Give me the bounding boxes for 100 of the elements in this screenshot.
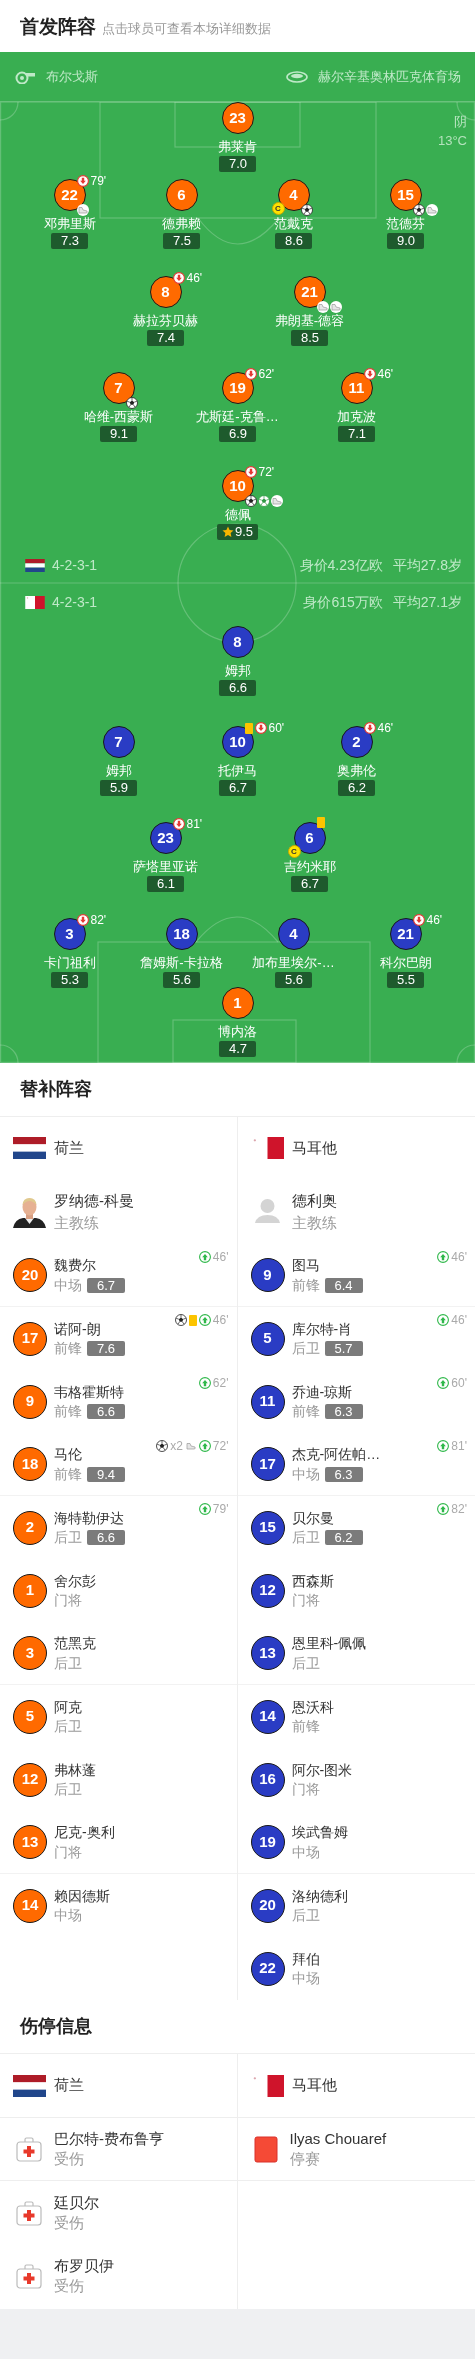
player-name[interactable]: 库尔特-肖 bbox=[291, 1318, 363, 1339]
substitution-minute: 81' bbox=[186, 817, 203, 831]
player-number[interactable]: 5 bbox=[250, 1321, 285, 1356]
player-position: 后卫 bbox=[54, 1653, 82, 1673]
substitution-minute: 62' bbox=[212, 1376, 229, 1390]
card-icon bbox=[244, 722, 253, 734]
player-number[interactable]: 10 bbox=[221, 726, 254, 758]
substitution-minute: 60' bbox=[268, 721, 285, 735]
team-name: 马耳他 bbox=[291, 1137, 337, 1158]
player-number[interactable]: 16 bbox=[250, 1762, 285, 1797]
player-number[interactable]: 9 bbox=[250, 1258, 285, 1292]
player-name[interactable]: 魏费尔 bbox=[54, 1255, 125, 1275]
player-number[interactable]: 20 bbox=[250, 1888, 285, 1923]
player-name[interactable]: 巴尔特-费布鲁亨 bbox=[54, 2129, 164, 2149]
player-rating: 7.5 bbox=[172, 233, 192, 249]
player-name[interactable]: 阿克 bbox=[54, 1696, 82, 1717]
substitution-in-icon bbox=[198, 1440, 211, 1452]
player-name[interactable]: 尼克-奥利 bbox=[54, 1822, 115, 1842]
player-number[interactable]: 15 bbox=[250, 1510, 285, 1545]
average-age: 平均27.8岁 bbox=[392, 555, 462, 575]
player-position: 中场 bbox=[291, 1969, 320, 1988]
player-rating: 5.3 bbox=[60, 972, 80, 988]
substitution-out-icon bbox=[76, 914, 89, 926]
coach-name[interactable]: 德利奥 bbox=[291, 1189, 337, 1212]
player-status: 停赛 bbox=[289, 2149, 321, 2169]
player-name[interactable]: 布罗贝伊 bbox=[54, 2255, 114, 2276]
substitution-out-icon bbox=[363, 722, 376, 734]
player-number[interactable]: 12 bbox=[250, 1573, 285, 1608]
substitution-minute: 46' bbox=[212, 1250, 229, 1264]
malta-flag-icon bbox=[25, 595, 45, 609]
player-name[interactable]: 图马 bbox=[291, 1255, 363, 1275]
player-name[interactable]: 埃武鲁姆 bbox=[291, 1822, 348, 1842]
substitution-out-icon bbox=[412, 914, 425, 926]
player-name[interactable]: 洛纳德利 bbox=[291, 1885, 348, 1906]
player-rating: 6.4 bbox=[324, 1277, 363, 1293]
substitution-minute: 60' bbox=[451, 1376, 467, 1390]
player-name[interactable]: 乔迪-琼斯 bbox=[291, 1381, 363, 1402]
team-name: 马耳他 bbox=[291, 2075, 337, 2096]
soccer-ball-icon bbox=[244, 495, 257, 507]
player-position: 中场 bbox=[291, 1842, 320, 1862]
player-name[interactable]: 韦格霍斯特 bbox=[54, 1381, 125, 1402]
captain-badge: C bbox=[271, 202, 285, 215]
player-rating: 6.7 bbox=[228, 780, 248, 796]
player-name[interactable]: 舍尔彭 bbox=[54, 1570, 96, 1591]
player-name[interactable]: 廷贝尔 bbox=[54, 2192, 99, 2213]
player-name[interactable]: 弗林蓬 bbox=[54, 1759, 96, 1780]
player-name[interactable]: 恩沃科 bbox=[291, 1696, 334, 1717]
netherlands-flag-icon bbox=[25, 558, 45, 572]
player-name[interactable]: 西森斯 bbox=[291, 1570, 334, 1591]
player-number[interactable]: 7 bbox=[102, 726, 135, 758]
substitution-minute: 62' bbox=[258, 367, 275, 381]
substitution-in-icon bbox=[198, 1251, 211, 1263]
player-rating: 6.6 bbox=[87, 1530, 125, 1545]
player-name[interactable]: 贝尔曼 bbox=[291, 1507, 363, 1528]
player-number[interactable]: 17 bbox=[250, 1447, 285, 1481]
card-icon bbox=[316, 817, 325, 828]
player-name[interactable]: 恩里科-佩佩 bbox=[291, 1633, 367, 1653]
player-number[interactable]: 11 bbox=[250, 1384, 285, 1419]
player-position: 后卫 bbox=[54, 1717, 82, 1736]
player-number[interactable]: 21 bbox=[389, 918, 422, 950]
player-name[interactable]: 拜伯 bbox=[291, 1948, 320, 1969]
player-number[interactable]: 18 bbox=[165, 918, 198, 950]
boot-icon bbox=[425, 204, 438, 216]
player-number[interactable]: 13 bbox=[250, 1636, 285, 1670]
player-rating: 8.5 bbox=[300, 330, 320, 346]
substitution-in-icon bbox=[198, 1377, 211, 1389]
player-name[interactable]: 范黑克 bbox=[54, 1633, 96, 1653]
player-number[interactable]: 4 bbox=[277, 918, 310, 950]
player-number[interactable]: 22 bbox=[250, 1951, 285, 1986]
player-number[interactable]: 3 bbox=[53, 918, 86, 950]
substitution-minute: 46' bbox=[426, 913, 443, 927]
player-number[interactable]: 8 bbox=[221, 626, 254, 658]
player-name[interactable]: 马伦 bbox=[54, 1444, 125, 1464]
player-number[interactable]: 14 bbox=[250, 1699, 285, 1734]
player-name[interactable]: 海特勒伊达 bbox=[54, 1507, 125, 1528]
player-name[interactable]: 阿尔-图米 bbox=[291, 1759, 353, 1780]
medical-kit-icon bbox=[16, 2199, 42, 2226]
substitution-minute: 72' bbox=[212, 1439, 229, 1453]
player-number[interactable]: 2 bbox=[340, 726, 373, 758]
player-rating: 9.1 bbox=[109, 426, 129, 442]
player-name[interactable]: 杰克-阿佐帕… bbox=[291, 1444, 381, 1464]
coach-name[interactable]: 罗纳德-科曼 bbox=[54, 1189, 134, 1212]
player-number[interactable]: 19 bbox=[250, 1825, 285, 1859]
substitution-out-icon bbox=[244, 466, 257, 478]
player-name[interactable]: 赖因德斯 bbox=[54, 1885, 110, 1906]
substitution-out-icon bbox=[244, 368, 257, 380]
player-rating: 6.7 bbox=[300, 876, 320, 892]
team-name: 荷兰 bbox=[54, 2075, 84, 2096]
substitution-minute: 72' bbox=[258, 465, 275, 479]
player-position: 后卫 bbox=[291, 1653, 320, 1673]
player-position: 中场 bbox=[291, 1464, 320, 1484]
substitution-out-icon bbox=[172, 818, 185, 830]
player-number[interactable]: 23 bbox=[149, 822, 182, 854]
player-name[interactable]: 诺阿-朗 bbox=[54, 1318, 125, 1339]
card-icon bbox=[253, 2135, 278, 2163]
soccer-ball-icon bbox=[125, 397, 138, 409]
boot-icon bbox=[184, 1440, 197, 1452]
weather-text: 阴 bbox=[454, 113, 467, 131]
player-name[interactable]: Ilyas Chouaref bbox=[289, 2129, 387, 2149]
substitution-minute: 82' bbox=[90, 913, 107, 927]
